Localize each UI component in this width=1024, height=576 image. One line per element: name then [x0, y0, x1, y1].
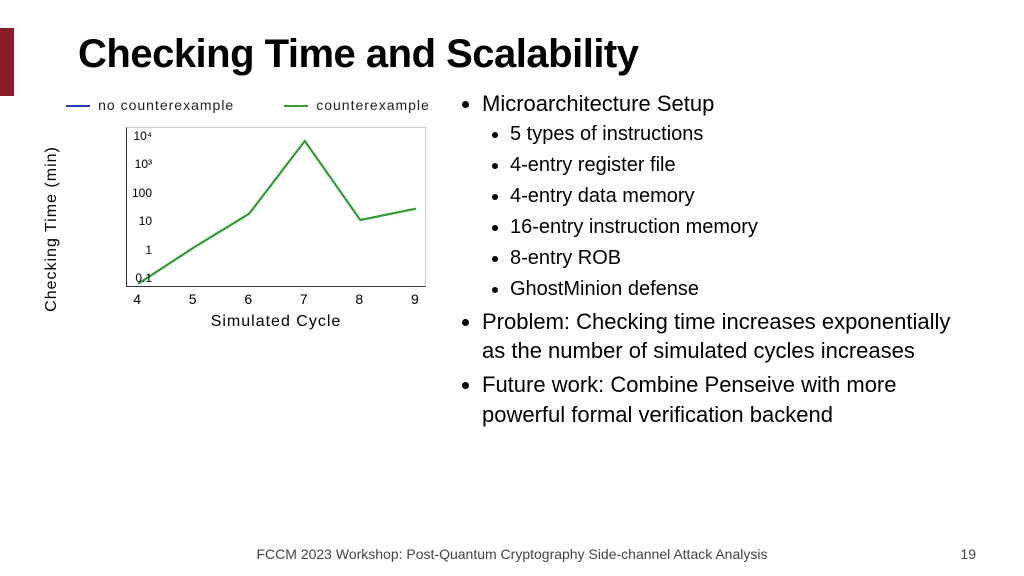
y-axis-label: Checking Time (min) — [43, 146, 61, 312]
page-number: 19 — [960, 546, 976, 562]
plot-area — [126, 127, 426, 287]
series-counterexample-line — [138, 141, 416, 284]
x-tick: 9 — [411, 291, 419, 307]
x-tick: 5 — [189, 291, 197, 307]
y-tick: 0.1 — [135, 271, 152, 285]
setup-sub-item: 16-entry instruction memory — [510, 214, 976, 241]
legend-counterexample: counterexample — [284, 97, 430, 113]
bullet-setup-head: Microarchitecture Setup — [482, 91, 714, 116]
y-tick: 10⁴ — [133, 129, 152, 143]
bullet-problem: Problem: Checking time increases exponen… — [482, 307, 976, 366]
accent-bar — [0, 28, 14, 96]
bullet-setup: Microarchitecture Setup 5 types of instr… — [482, 89, 976, 303]
x-tick: 4 — [133, 291, 141, 307]
chart-legend: no counterexample counterexample — [48, 97, 448, 113]
setup-sub-item: 4-entry register file — [510, 152, 976, 179]
chart-svg — [127, 128, 427, 288]
setup-sub-item: GhostMinion defense — [510, 276, 976, 303]
x-tick: 6 — [244, 291, 252, 307]
slide-body: no counterexample counterexample Checkin… — [48, 89, 976, 433]
chart-column: no counterexample counterexample Checkin… — [48, 89, 458, 433]
x-axis-label: Simulated Cycle — [126, 313, 426, 331]
y-tick: 10³ — [135, 157, 152, 171]
y-tick: 10 — [139, 214, 152, 228]
setup-sub-item: 8-entry ROB — [510, 245, 976, 272]
x-tick: 8 — [355, 291, 363, 307]
chart: Checking Time (min) 0.111010010³10⁴ 4567… — [78, 119, 458, 339]
slide: Checking Time and Scalability no counter… — [0, 0, 1024, 576]
bullet-future: Future work: Combine Penseive with more … — [482, 370, 976, 429]
slide-title: Checking Time and Scalability — [78, 32, 976, 77]
text-column: Microarchitecture Setup 5 types of instr… — [458, 89, 976, 433]
setup-sublist: 5 types of instructions 4-entry register … — [482, 121, 976, 303]
x-tick: 7 — [300, 291, 308, 307]
footer-text: FCCM 2023 Workshop: Post-Quantum Cryptog… — [0, 546, 1024, 562]
setup-sub-item: 5 types of instructions — [510, 121, 976, 148]
y-tick: 100 — [132, 186, 152, 200]
bullet-list: Microarchitecture Setup 5 types of instr… — [458, 89, 976, 429]
y-tick: 1 — [145, 243, 152, 257]
legend-no-counterexample: no counterexample — [66, 97, 234, 113]
setup-sub-item: 4-entry data memory — [510, 183, 976, 210]
